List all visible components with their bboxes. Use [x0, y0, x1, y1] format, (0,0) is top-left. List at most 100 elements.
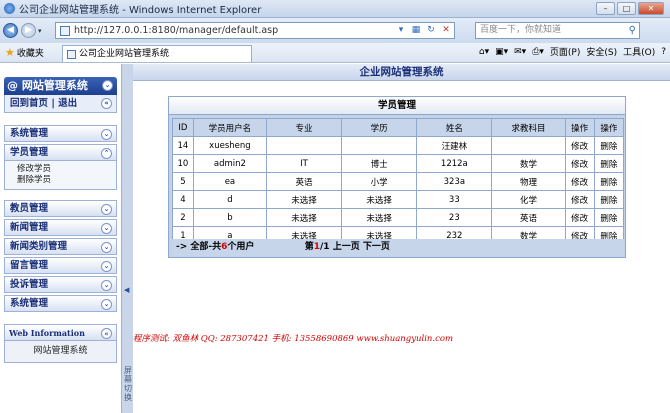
delete-link[interactable]: 删除 [593, 136, 625, 155]
students-submenu: 修改学员 删除学员 [4, 161, 117, 190]
help-icon[interactable]: ? [661, 47, 666, 57]
student-panel: 学员管理 ID 学员用户名 专业 学历 姓名 求教科目 操作 操作 14 xue… [168, 96, 626, 258]
menu-messages[interactable]: 留言管理 ⌄ [4, 257, 117, 274]
prev-page-link[interactable]: 上一页 [333, 242, 360, 252]
safety-menu[interactable]: 安全(S) [586, 45, 617, 58]
table-row: 14 xuesheng 汪建林 修改 删除 [172, 136, 625, 155]
search-input[interactable]: 百度一下，你就知道 ⚲ [475, 22, 640, 39]
forward-button[interactable]: ▶ [21, 23, 36, 38]
menu-system-2[interactable]: 系统管理 ⌄ [4, 295, 117, 312]
chevron-down-icon: ⌄ [101, 129, 112, 140]
chevron-down-icon: ⌄ [101, 299, 112, 310]
cell-subject: 数学 [491, 154, 566, 173]
sidebar-links: 回到首页 | 退出 « [4, 95, 117, 113]
table-row: 5 ea 英语 小学 323a 物理 修改 删除 [172, 172, 625, 191]
column-header: 姓名 [416, 118, 493, 137]
web-info-text: 网站管理系统 [33, 346, 88, 356]
table-row: 4 d 未选择 未选择 33 化学 修改 删除 [172, 190, 625, 209]
delete-link[interactable]: 删除 [593, 208, 625, 227]
column-header: 操作 [564, 118, 595, 137]
logout-link[interactable]: 退出 [58, 98, 77, 109]
menu-system[interactable]: 系统管理 ⌄ [4, 125, 117, 142]
menu-teachers[interactable]: 教员管理 ⌄ [4, 200, 117, 217]
column-header: 学历 [341, 118, 418, 137]
edit-link[interactable]: 修改 [564, 154, 595, 173]
edit-student-link[interactable]: 修改学员 [17, 164, 116, 175]
menu-news[interactable]: 新闻管理 ⌄ [4, 219, 117, 236]
student-table: ID 学员用户名 专业 学历 姓名 求教科目 操作 操作 14 xuesheng [172, 118, 625, 245]
edit-link[interactable]: 修改 [564, 136, 595, 155]
tools-menu[interactable]: 工具(O) [623, 45, 655, 58]
search-icon[interactable]: ⚲ [629, 23, 636, 38]
cell-education: 小学 [341, 172, 418, 191]
cell-subject: 英语 [491, 208, 566, 227]
cell-education: 未选择 [341, 190, 418, 209]
command-bar: ⌂▾ ▣▾ ✉▾ ⎙▾ 页面(P) 安全(S) 工具(O) ? [479, 45, 666, 59]
table-row: 2 b 未选择 未选择 23 英语 修改 删除 [172, 208, 625, 227]
maximize-button[interactable]: □ [617, 2, 636, 15]
back-button[interactable]: ◀ [3, 23, 18, 38]
compatibility-icon[interactable]: ▦ [410, 24, 422, 36]
collapse-sidebar-icon[interactable]: « [101, 98, 112, 109]
cell-education: 博士 [341, 154, 418, 173]
delete-link[interactable]: 删除 [593, 154, 625, 173]
column-header: 学员用户名 [192, 118, 267, 137]
address-dropdown-icon[interactable]: ▾ [395, 24, 407, 36]
next-page-link[interactable]: 下一页 [363, 242, 390, 252]
cell-id: 10 [172, 154, 194, 173]
mail-icon[interactable]: ✉▾ [514, 47, 526, 57]
address-toolbar: ◀ ▶ ▾ http://127.0.0.1:8180/manager/defa… [0, 18, 670, 43]
chevron-up-icon: ⌃ [101, 148, 112, 159]
cell-id: 4 [172, 190, 194, 209]
menu-students[interactable]: 学员管理 ⌃ [4, 144, 117, 161]
page-prefix: 第 [304, 242, 314, 252]
refresh-icon[interactable]: ↻ [425, 24, 437, 36]
browser-tab[interactable]: 公司企业网站管理系统 [62, 45, 252, 62]
column-header: ID [172, 118, 194, 137]
favorites-button[interactable]: ★ 收藏夹 [5, 46, 44, 59]
menu-complaints[interactable]: 投诉管理 ⌄ [4, 276, 117, 293]
search-placeholder: 百度一下，你就知道 [480, 25, 562, 35]
cell-username: d [192, 190, 267, 209]
delete-link[interactable]: 删除 [593, 190, 625, 209]
minimize-button[interactable]: – [596, 2, 615, 15]
print-icon[interactable]: ⎙▾ [532, 47, 544, 57]
collapse-header-icon[interactable]: ⌄ [102, 80, 113, 91]
edit-link[interactable]: 修改 [564, 172, 595, 191]
favorites-bar: ★ 收藏夹 公司企业网站管理系统 ⌂▾ ▣▾ ✉▾ ⎙▾ 页面(P) 安全(S)… [0, 43, 670, 63]
home-link[interactable]: 回到首页 [10, 98, 48, 109]
menu-label: 新闻管理 [10, 222, 49, 233]
address-url[interactable]: http://127.0.0.1:8180/manager/default.as… [74, 25, 278, 36]
chevron-down-icon: ⌄ [101, 242, 112, 253]
home-icon[interactable]: ⌂▾ [479, 47, 489, 57]
stop-icon[interactable]: ✕ [440, 24, 452, 36]
cell-subject: 物理 [491, 172, 566, 191]
delete-student-link[interactable]: 删除学员 [17, 175, 116, 186]
address-field[interactable]: http://127.0.0.1:8180/manager/default.as… [55, 22, 455, 39]
cell-name: 323a [416, 172, 493, 191]
close-window-button[interactable]: ✕ [638, 2, 664, 15]
menu-news-category[interactable]: 新闻类别管理 ⌄ [4, 238, 117, 255]
edit-link[interactable]: 修改 [564, 190, 595, 209]
sidebar-header: @ 网站管理系统 ⌄ [4, 77, 117, 95]
delete-link[interactable]: 删除 [593, 172, 625, 191]
window-title: 公司企业网站管理系统 - Windows Internet Explorer [19, 5, 262, 16]
sidebar-splitter[interactable]: ◀ 屏幕切换 [121, 64, 133, 413]
splitter-label[interactable]: 屏幕切换 [123, 366, 133, 402]
cell-username: admin2 [192, 154, 267, 173]
page-content: @ 网站管理系统 ⌄ 回到首页 | 退出 « 系统管理 ⌄ 学员管理 ⌃ 修改学… [0, 64, 670, 413]
chevron-down-icon: ⌄ [101, 223, 112, 234]
cell-username: xuesheng [192, 136, 267, 155]
web-info-body: 网站管理系统 [4, 341, 117, 363]
toggle-sidebar-icon[interactable]: ◀ [124, 286, 129, 294]
feeds-icon[interactable]: ▣▾ [495, 47, 508, 57]
star-icon: ★ [5, 46, 15, 59]
cell-subject: 化学 [491, 190, 566, 209]
history-dropdown-icon[interactable]: ▾ [38, 27, 42, 35]
web-info-header[interactable]: Web Information « [4, 324, 117, 341]
page-menu[interactable]: 页面(P) [550, 45, 580, 58]
link-separator: | [51, 98, 55, 109]
edit-link[interactable]: 修改 [564, 208, 595, 227]
cell-major: 英语 [265, 172, 343, 191]
column-header: 专业 [265, 118, 343, 137]
